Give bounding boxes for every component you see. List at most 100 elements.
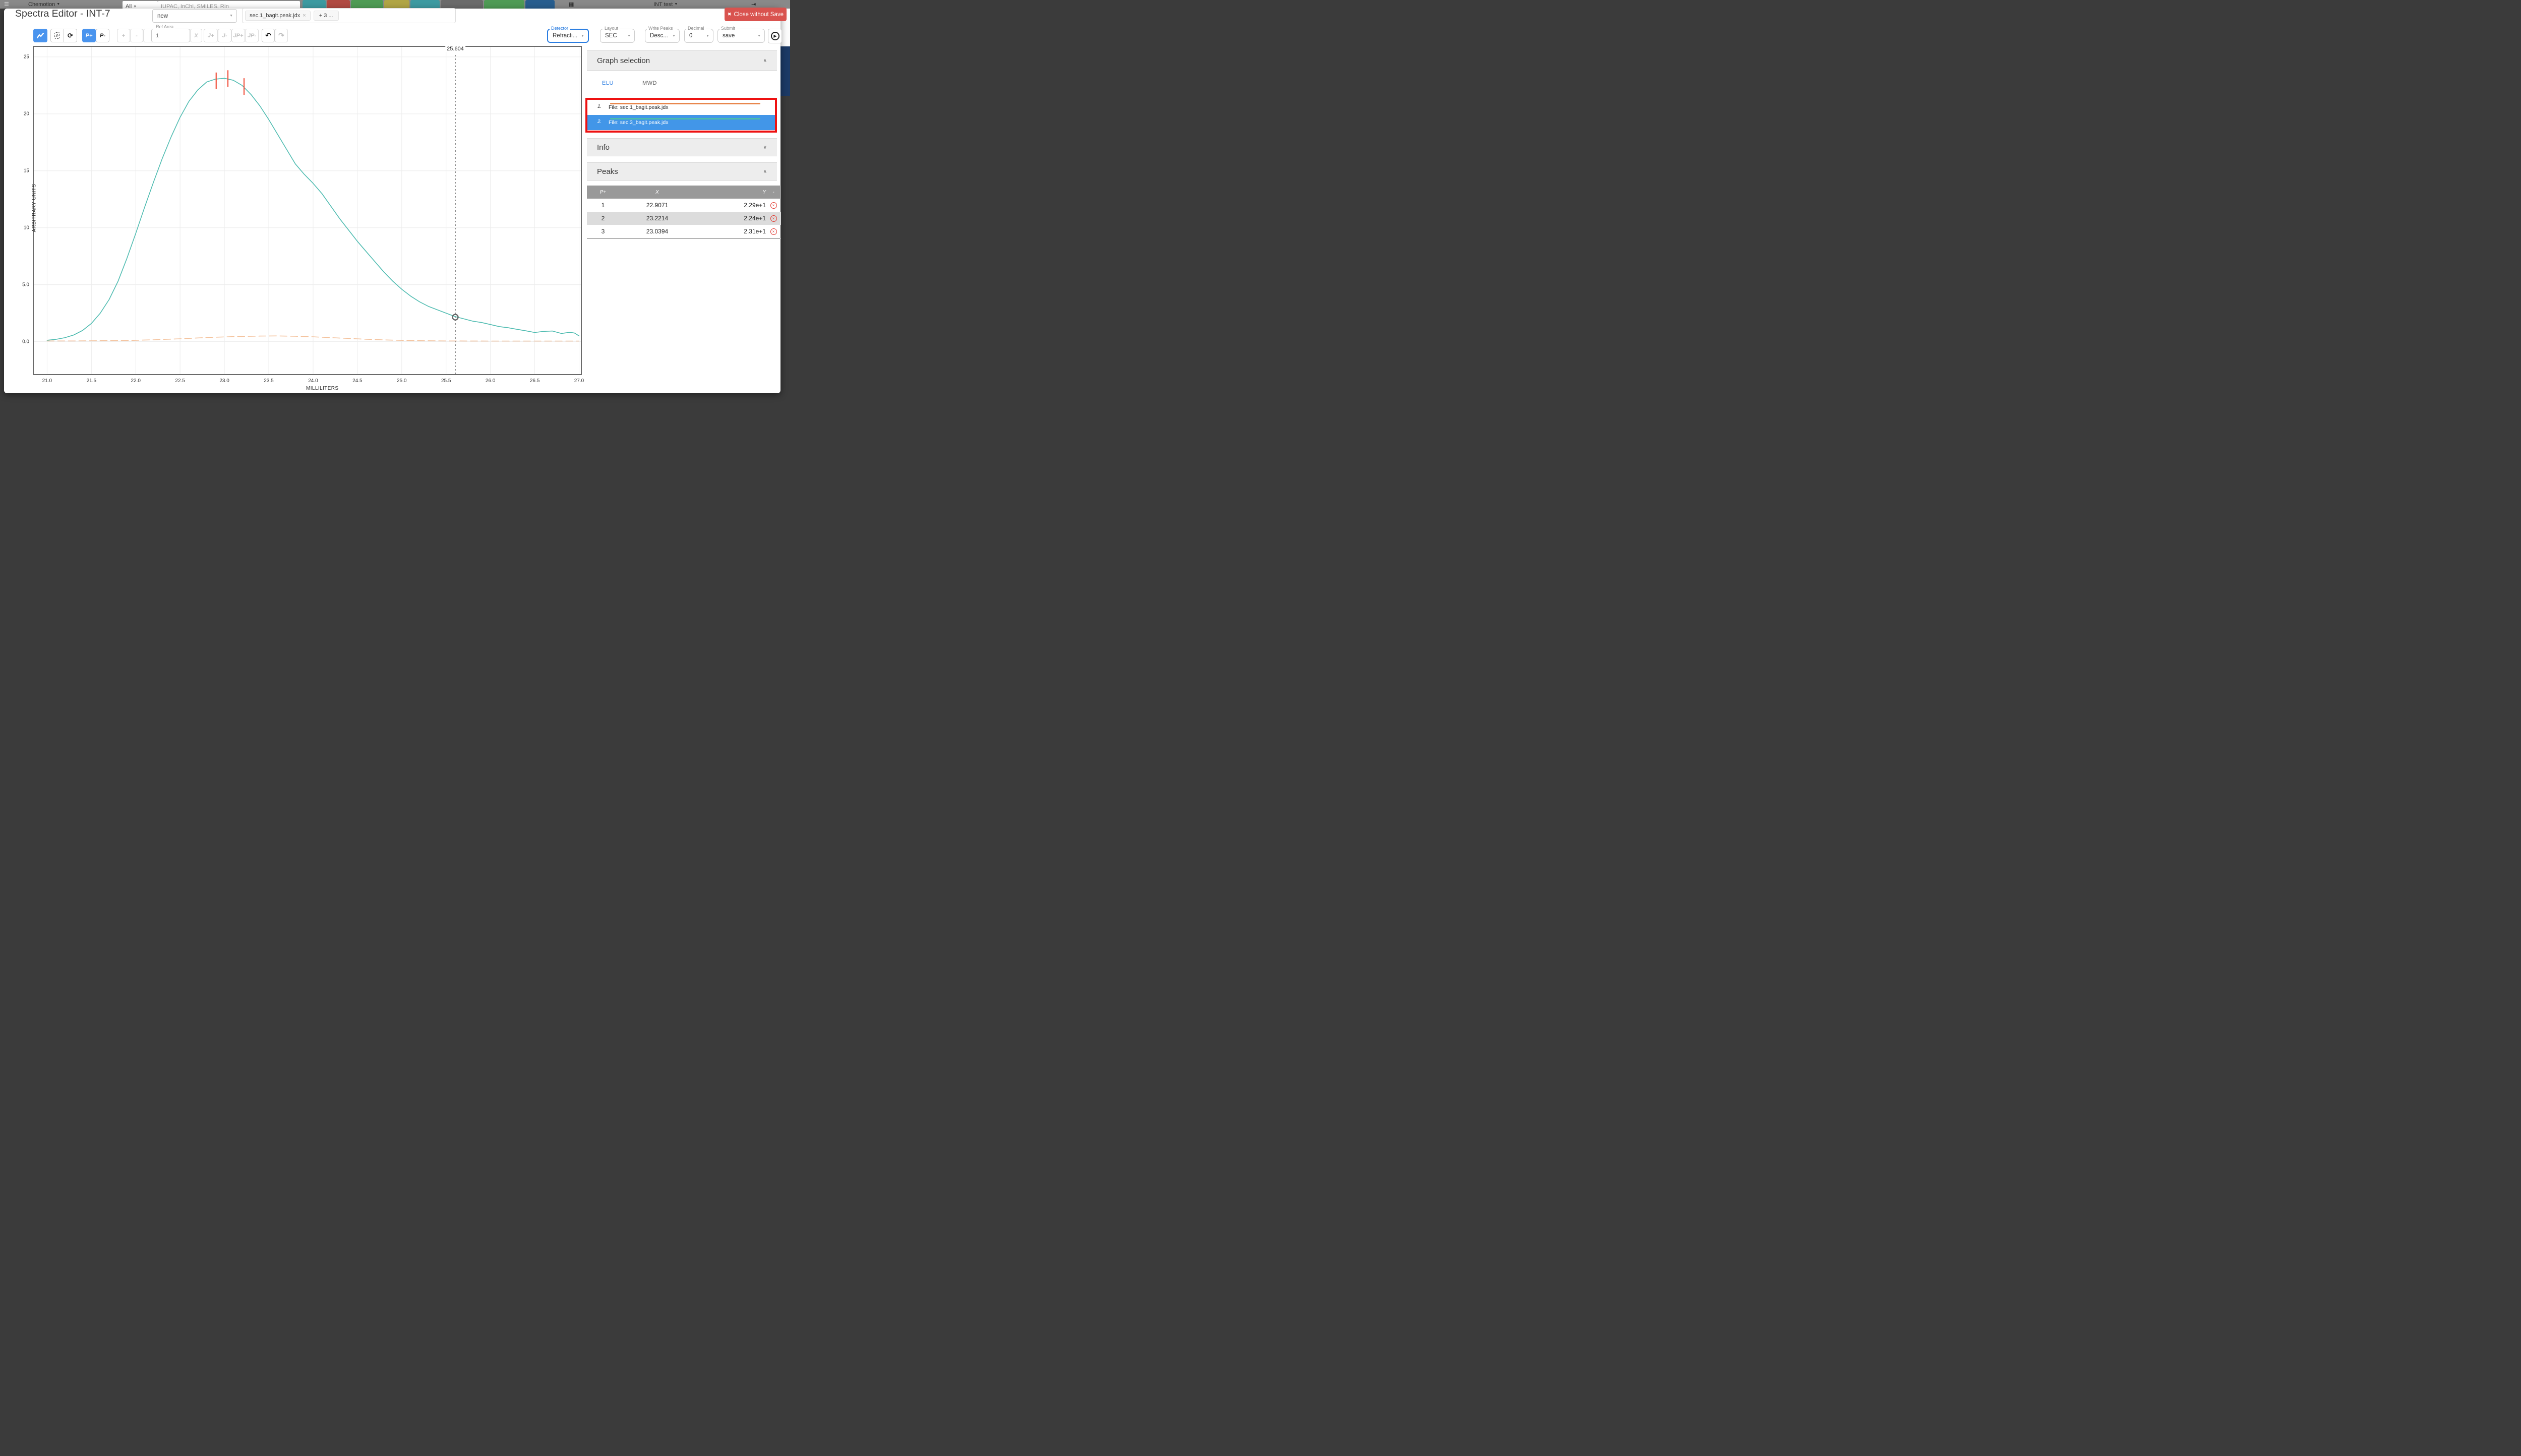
cursor-value-label: 25.604	[445, 46, 465, 52]
undo-icon: ↶	[265, 31, 271, 39]
list-settings-icon[interactable]	[484, 0, 524, 9]
page-edge-accent	[781, 46, 790, 96]
search-icon[interactable]	[303, 0, 326, 9]
file-label: File: sec.3_bagit.peak.jdx	[609, 119, 669, 126]
sync-icon[interactable]	[410, 0, 440, 9]
submit-label: Submit	[719, 26, 737, 31]
ref-area-label: Ref Area	[154, 24, 175, 29]
y-axis-title: ARBITRARY UNITS	[31, 184, 37, 232]
x-tick-label: 24.5	[352, 378, 363, 384]
grid-icon[interactable]: ▦	[569, 0, 574, 9]
caret-down-icon: ▼	[672, 34, 676, 38]
line-chart-mode-button[interactable]	[33, 29, 47, 42]
page-title: Spectra Editor - INT-7	[15, 8, 110, 19]
peaks-section-header[interactable]: Peaks ∧	[587, 162, 777, 180]
caret-down-icon: ▼	[757, 34, 761, 38]
delete-peak-icon[interactable]: ×	[770, 228, 777, 235]
peak-add-button[interactable]: P+	[82, 29, 96, 42]
x-tick-label: 21.0	[42, 378, 52, 384]
delete-peak-icon[interactable]: ×	[770, 202, 777, 209]
chevron-up-icon: ∧	[763, 168, 767, 174]
scope-select[interactable]: All ▼	[123, 1, 158, 9]
info-section-header[interactable]: Info ∨	[587, 138, 777, 156]
undo-button[interactable]: ↶	[262, 29, 275, 42]
write-peaks-select[interactable]: Desc... ▼	[645, 29, 680, 43]
x-tick-label: 25.0	[397, 378, 407, 384]
file-index: 2.	[597, 119, 602, 125]
structure-search-input[interactable]: IUPAC, InChI, SMILES, RIn	[158, 1, 300, 9]
decimal-label: Decimal	[686, 26, 706, 31]
caret-down-icon: ▼	[674, 3, 678, 6]
line-chart-icon	[36, 32, 44, 38]
submit-select[interactable]: save ▼	[717, 29, 765, 43]
x-tick-label: 22.0	[131, 378, 141, 384]
file-chip[interactable]: sec.1_bagit.peak.jdx ×	[245, 11, 311, 21]
background-app-bar: ☰ Chemotion ▼ All ▼ IUPAC, InChI, SMILES…	[0, 0, 790, 9]
zoom-area-button[interactable]: ⌕	[50, 29, 64, 42]
jp-plus-button[interactable]: JP+	[231, 29, 245, 42]
jp-minus-button[interactable]: JP-	[245, 29, 259, 42]
brand-menu[interactable]: Chemotion ▼	[28, 0, 60, 9]
sort-icon[interactable]	[441, 0, 483, 9]
j-minus-button[interactable]: J-	[218, 29, 231, 42]
decimal-select[interactable]: 0 ▼	[684, 29, 713, 43]
y-tick-label: 15	[23, 168, 29, 174]
x-tick-label: 21.5	[86, 378, 97, 384]
reset-zoom-button[interactable]: ⟳	[64, 29, 77, 42]
caret-down-icon: ▼	[133, 5, 137, 9]
y-tick-label: 25	[23, 54, 29, 60]
chevron-down-icon: ∨	[763, 144, 767, 150]
ref-area-input[interactable]	[151, 29, 190, 42]
peaks-table: P+ X Y - 1 22.9071 2.29e+1 × 2 23.2214 2…	[587, 186, 781, 239]
peaks-table-header: P+ X Y -	[587, 186, 781, 199]
caret-down-icon: ▼	[229, 14, 233, 18]
ref-clear-button[interactable]: X	[190, 29, 202, 42]
layout-select[interactable]: SEC ▼	[600, 29, 635, 43]
x-tick-label: 26.0	[485, 378, 496, 384]
tools-icon[interactable]	[525, 0, 555, 9]
export-icon[interactable]	[351, 0, 383, 9]
screen: ☰ Chemotion ▼ All ▼ IUPAC, InChI, SMILES…	[0, 0, 790, 403]
clear-icon[interactable]	[327, 0, 350, 9]
graph-file-item-selected[interactable]: 2. File: sec.3_bagit.peak.jdx	[587, 115, 775, 130]
report-icon[interactable]	[384, 0, 409, 9]
spectrum-svg[interactable]	[34, 47, 581, 374]
peak-row: 2 23.2214 2.24e+1 ×	[587, 212, 781, 225]
decrease-button[interactable]: -	[130, 29, 143, 42]
redo-button[interactable]: ↷	[275, 29, 288, 42]
redo-icon: ↷	[278, 31, 284, 39]
chevron-up-icon: ∧	[763, 58, 767, 64]
play-icon: ▶	[773, 34, 777, 38]
detector-select[interactable]: Refracti... ▼	[547, 29, 589, 43]
file-chip-bar[interactable]: sec.1_bagit.peak.jdx × + 3 ...	[242, 8, 456, 23]
chip-remove-icon[interactable]: ×	[303, 13, 306, 19]
peak-remove-button[interactable]: P-	[96, 29, 109, 42]
hamburger-icon[interactable]: ☰	[4, 0, 9, 9]
x-tick-label: 23.5	[264, 378, 274, 384]
y-tick-label: 5.0	[22, 282, 29, 288]
delete-peak-icon[interactable]: ×	[770, 215, 777, 222]
submit-run-button[interactable]: ▶	[768, 29, 782, 43]
x-tick-label: 26.5	[529, 378, 540, 384]
caret-down-icon: ▼	[56, 3, 61, 6]
prediction-select[interactable]: new ▼	[152, 9, 237, 23]
tab-mwd[interactable]: MWD	[642, 80, 657, 86]
increase-button[interactable]: +	[117, 29, 130, 42]
detector-label: Detector	[550, 26, 570, 31]
close-without-save-button[interactable]: ✖ Close without Save	[725, 8, 787, 21]
layout-label: Layout	[603, 26, 620, 31]
session-menu[interactable]: INT test ▼	[653, 0, 678, 9]
caret-down-icon: ▼	[581, 34, 584, 38]
x-axis-title: MILLILITERS	[306, 386, 339, 391]
tab-elu[interactable]: ELU	[602, 80, 614, 86]
j-plus-button[interactable]: J+	[204, 29, 218, 42]
x-tick-label: 25.5	[441, 378, 451, 384]
graph-selection-header[interactable]: Graph selection ∧	[587, 50, 777, 71]
spectrum-plot[interactable]	[33, 46, 582, 375]
y-tick-label: 20	[23, 111, 29, 117]
chart-area: 25.604 MILLILITERS ARBITRARY UNITS 21.0 2…	[22, 46, 584, 391]
caret-down-icon: ▼	[627, 34, 631, 38]
graph-file-item[interactable]: 1. File: sec.1_bagit.peak.jdx	[587, 100, 775, 115]
more-files-chip[interactable]: + 3 ...	[313, 11, 339, 21]
graph-selection-tabs: ELU MWD	[587, 71, 777, 100]
